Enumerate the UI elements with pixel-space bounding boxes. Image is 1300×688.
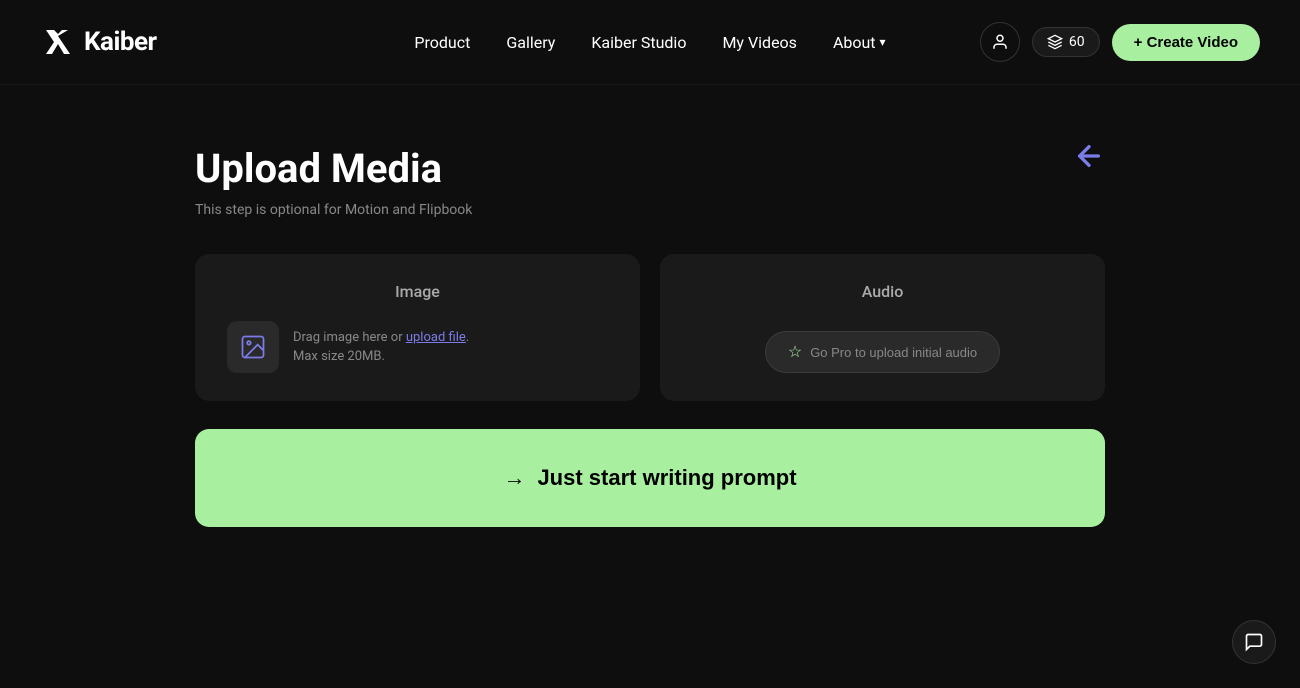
main-content: Upload Media This step is optional for M… (0, 85, 1300, 587)
image-upload-card[interactable]: Image Drag image here or upload file. Ma… (195, 254, 640, 401)
go-pro-button[interactable]: ☆ Go Pro to upload initial audio (765, 331, 1000, 373)
create-video-button[interactable]: + Create Video (1112, 24, 1260, 61)
upload-file-link[interactable]: upload file (406, 330, 466, 345)
user-profile-button[interactable] (980, 22, 1020, 62)
credits-display[interactable]: 60 (1032, 27, 1100, 57)
go-pro-label: Go Pro to upload initial audio (810, 345, 977, 360)
page-title: Upload Media (195, 145, 1105, 192)
prompt-btn-label: Just start writing prompt (537, 465, 796, 491)
logo-text: Kaiber (84, 27, 157, 57)
nav-gallery[interactable]: Gallery (506, 33, 555, 52)
user-icon (991, 33, 1009, 51)
back-arrow-icon (1073, 140, 1105, 172)
navbar-actions: 60 + Create Video (980, 22, 1260, 62)
star-icon: ☆ (788, 342, 802, 362)
chat-icon (1244, 632, 1264, 652)
nav-product[interactable]: Product (414, 33, 470, 52)
nav-my-videos[interactable]: My Videos (722, 33, 796, 52)
image-placeholder-icon (227, 321, 279, 373)
navbar: Kaiber Product Gallery Kaiber Studio My … (0, 0, 1300, 85)
image-card-content: Drag image here or upload file. Max size… (227, 321, 608, 373)
chat-widget[interactable] (1232, 620, 1276, 664)
image-card-title: Image (227, 282, 608, 301)
chevron-down-icon: ▾ (880, 35, 886, 49)
upload-cards: Image Drag image here or upload file. Ma… (195, 254, 1105, 401)
back-button[interactable] (1073, 140, 1105, 179)
arrow-icon: → (503, 465, 525, 491)
audio-upload-card: Audio ☆ Go Pro to upload initial audio (660, 254, 1105, 401)
nav-links: Product Gallery Kaiber Studio My Videos … (414, 33, 885, 52)
credits-count: 60 (1069, 34, 1085, 50)
page-subtitle: This step is optional for Motion and Fli… (195, 202, 1105, 218)
audio-card-title: Audio (862, 282, 904, 301)
credits-icon (1047, 34, 1063, 50)
upload-instructions: Drag image here or upload file. Max size… (293, 328, 469, 367)
image-icon (239, 333, 267, 361)
nav-kaiber-studio[interactable]: Kaiber Studio (591, 33, 686, 52)
kaiber-logo-icon (40, 24, 76, 60)
logo[interactable]: Kaiber (40, 24, 157, 60)
writing-prompt-button[interactable]: → Just start writing prompt (195, 429, 1105, 527)
nav-about[interactable]: About ▾ (833, 33, 886, 52)
